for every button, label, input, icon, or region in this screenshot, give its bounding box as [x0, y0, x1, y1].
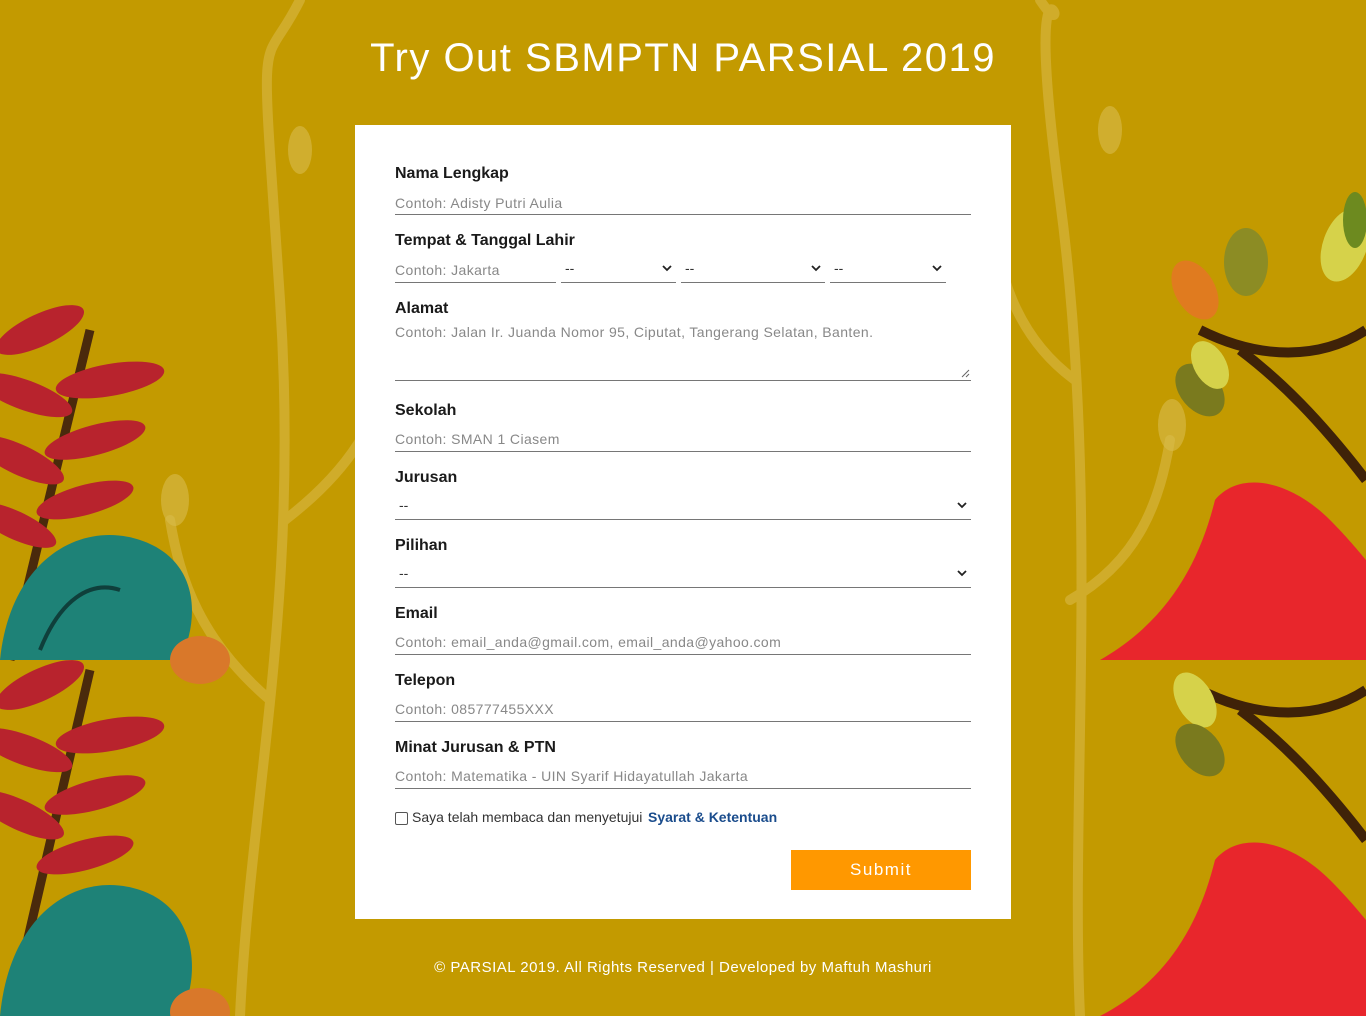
nama-label: Nama Lengkap [395, 165, 509, 182]
email-label: Email [395, 605, 438, 622]
tahun-value: -- [834, 260, 844, 276]
alamat-label: Alamat [395, 300, 449, 317]
minat-input[interactable] [395, 764, 971, 789]
registration-form: Nama Lengkap Tempat & Tanggal Lahir -- -… [355, 125, 1011, 919]
sekolah-input[interactable] [395, 427, 971, 452]
tanggal-value: -- [565, 260, 575, 276]
chevron-down-icon [957, 570, 967, 577]
pilihan-label: Pilihan [395, 537, 448, 554]
agreement-text: Saya telah membaca dan menyetujui [412, 809, 643, 825]
pilihan-value: -- [399, 565, 409, 581]
jurusan-label: Jurusan [395, 469, 458, 486]
bulan-select[interactable]: -- [681, 258, 825, 283]
resize-grip-icon[interactable] [961, 369, 970, 378]
sekolah-label: Sekolah [395, 402, 457, 419]
alamat-textarea[interactable] [395, 324, 971, 381]
ttl-label: Tempat & Tanggal Lahir [395, 232, 575, 249]
tempat-lahir-input[interactable] [395, 257, 556, 283]
submit-button[interactable]: Submit [791, 850, 971, 890]
telepon-label: Telepon [395, 672, 456, 689]
terms-link[interactable]: Syarat & Ketentuan [648, 809, 777, 825]
footer-text: © PARSIAL 2019. All Rights Reserved | De… [434, 959, 932, 976]
jurusan-select[interactable]: -- [395, 495, 971, 520]
page-title: Try Out SBMPTN PARSIAL 2019 [370, 36, 996, 80]
jurusan-value: -- [399, 497, 409, 513]
telepon-input[interactable] [395, 697, 971, 722]
pilihan-select[interactable]: -- [395, 563, 971, 588]
bulan-value: -- [685, 260, 695, 276]
minat-label: Minat Jurusan & PTN [395, 739, 556, 756]
nama-input[interactable] [395, 191, 971, 215]
chevron-down-icon [932, 265, 942, 272]
email-input[interactable] [395, 630, 971, 655]
chevron-down-icon [811, 265, 821, 272]
agreement-checkbox[interactable] [395, 812, 408, 825]
chevron-down-icon [957, 502, 967, 509]
chevron-down-icon [662, 265, 672, 272]
tahun-select[interactable]: -- [830, 258, 946, 283]
tanggal-select[interactable]: -- [561, 258, 676, 283]
